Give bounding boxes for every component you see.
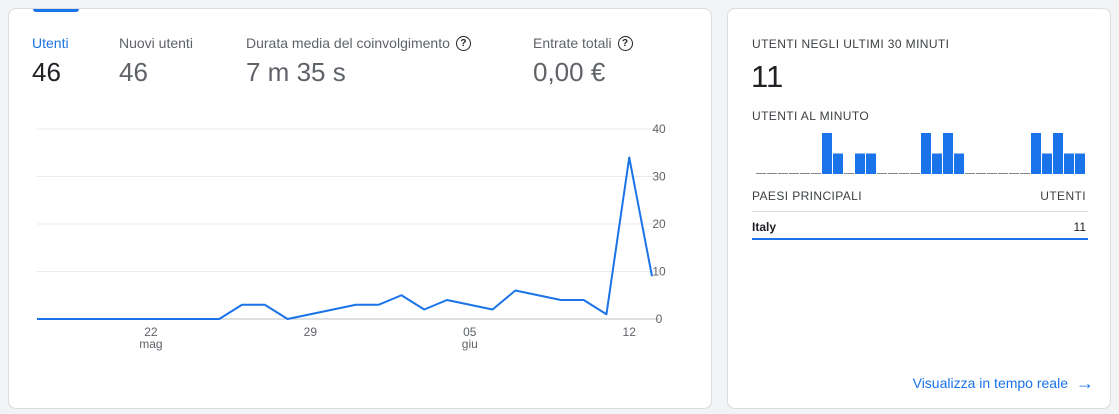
minute-bar[interactable] [866,153,876,175]
x-tick-label: 29 [304,325,318,339]
users-per-minute-chart [756,133,1085,175]
minute-bar-empty [888,173,898,174]
metric-label-row: Entrate totali ? [533,35,633,51]
minute-bar-empty [778,173,788,174]
users-per-minute-label: UTENTI AL MINUTO [752,109,870,123]
metric-label-row: Durata media del coinvolgimento ? [246,35,471,51]
minute-bar[interactable] [1031,133,1041,174]
minute-bar-empty [998,173,1008,174]
minute-bar[interactable] [1064,153,1074,175]
metric-tab-engagement-time[interactable]: Durata media del coinvolgimento ? 7 m 35… [246,35,471,88]
minute-bar[interactable] [921,133,931,174]
minute-bar-empty [789,173,799,174]
minute-bar[interactable] [833,153,843,175]
minute-bar-empty [1009,173,1019,174]
metric-label: Utenti [32,35,69,51]
minute-bar-empty [844,173,854,174]
realtime-title: UTENTI NEGLI ULTIMI 30 MINUTI [752,37,950,51]
y-tick-label: 20 [652,217,666,231]
metric-label: Nuovi utenti [119,35,193,51]
metric-value: 46 [32,57,61,87]
minute-bar[interactable] [943,133,953,174]
metric-value: 46 [119,57,148,87]
minute-bar-empty [800,173,810,174]
y-tick-label: 40 [652,122,666,136]
country-share-bar [752,238,1088,240]
minute-bar[interactable] [1075,153,1085,175]
y-tick-label: 30 [652,170,666,184]
minute-bar[interactable] [822,133,832,174]
y-tick-label: 0 [656,312,663,326]
arrow-right-icon: → [1076,373,1094,393]
minute-bar-empty [899,173,909,174]
metric-value: 7 m 35 s [246,57,346,87]
realtime-card: UTENTI NEGLI ULTIMI 30 MINUTI 11 UTENTI … [727,8,1111,409]
minute-bar[interactable] [855,153,865,175]
x-tick-label: 12 [623,325,637,339]
country-name: Italy [752,220,777,234]
metric-tab-users[interactable]: Utenti 46 [32,35,69,88]
realtime-users-count: 11 [751,59,784,94]
metric-label: Entrate totali [533,35,612,51]
minute-bar[interactable] [1053,133,1063,174]
minute-bar-empty [910,173,920,174]
users-column-header: UTENTI [1040,189,1086,203]
minute-bar-empty [987,173,997,174]
overview-card: Utenti 46 Nuovi utenti 46 Durata media d… [8,8,712,409]
metric-value: 0,00 € [533,57,606,87]
minute-bar[interactable] [1042,153,1052,175]
minute-bar-empty [1020,173,1030,174]
view-realtime-label: Visualizza in tempo reale [912,375,1068,391]
minute-bar-empty [767,173,777,174]
table-divider [752,211,1088,212]
view-realtime-link[interactable]: Visualizza in tempo reale → [912,373,1094,393]
metric-label: Durata media del coinvolgimento [246,35,450,51]
minute-bar-empty [756,173,766,174]
metric-tab-total-revenue[interactable]: Entrate totali ? 0,00 € [533,35,633,88]
top-countries-header: PAESI PRINCIPALI [752,189,862,203]
minute-bar-empty [965,173,975,174]
country-users: 11 [1073,220,1086,234]
minute-bar[interactable] [954,153,964,175]
y-tick-label: 10 [652,265,666,279]
users-series-line [37,156,653,320]
x-tick-month-label: giu [462,337,478,351]
users-line-chart: 01020304022mag29 05giu12 [37,122,666,351]
help-icon[interactable]: ? [617,35,633,51]
minute-bar[interactable] [932,153,942,175]
metric-tab-new-users[interactable]: Nuovi utenti 46 [119,35,193,88]
minute-bar-empty [877,173,887,174]
minute-bar-empty [811,173,821,174]
minute-bar-empty [976,173,986,174]
x-tick-month-label: mag [139,337,162,351]
help-icon[interactable]: ? [455,35,471,51]
active-tab-indicator [33,9,79,12]
